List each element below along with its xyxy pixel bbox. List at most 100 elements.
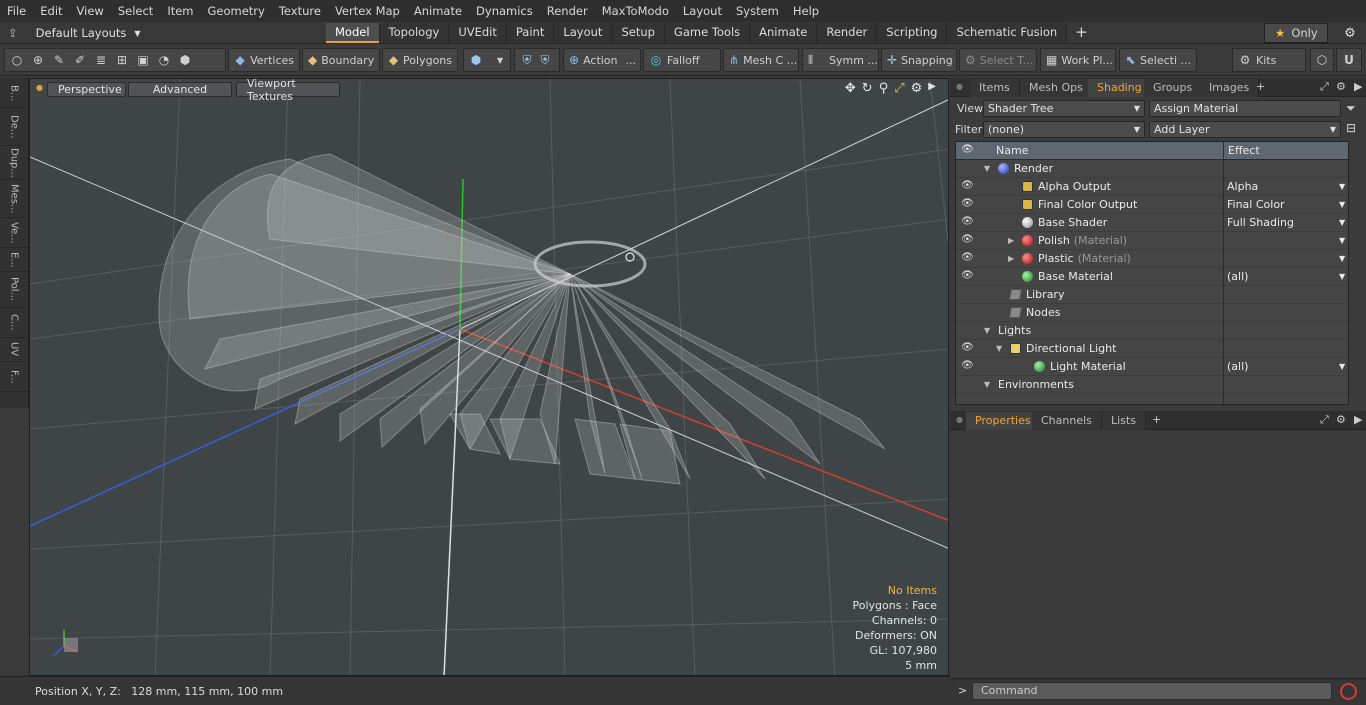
expand-arrow-icon[interactable]: ▶ [1008, 254, 1014, 263]
tree-row[interactable]: 👁 Base Shader Full Shading ▼ [956, 214, 1348, 232]
menu-item-layout[interactable]: Layout [676, 0, 729, 22]
brush-icon[interactable]: ✐ [73, 53, 87, 67]
menu-item-dynamics[interactable]: Dynamics [469, 0, 540, 22]
props-menu-icon[interactable]: ▶ [1354, 413, 1362, 426]
menu-item-animate[interactable]: Animate [407, 0, 469, 22]
left-tab-1[interactable]: De... [0, 108, 28, 146]
dial-icon[interactable]: ◔ [157, 53, 171, 67]
left-tab-3[interactable]: Mes... [0, 180, 28, 218]
selection-sets-button[interactable]: ⬉ Selecti ... [1119, 48, 1197, 72]
menu-item-geometry[interactable]: Geometry [201, 0, 272, 22]
collapse-arrow-icon[interactable]: ▼ [984, 164, 990, 173]
tab-paint[interactable]: Paint [506, 23, 555, 43]
menu-item-render[interactable]: Render [540, 0, 595, 22]
left-tab-8[interactable]: UV [0, 338, 28, 362]
tree-row[interactable]: Library [956, 286, 1348, 304]
tab-render[interactable]: Render [817, 23, 878, 43]
tree-item-effect[interactable]: Alpha [1227, 180, 1258, 193]
menu-item-maxtomodo[interactable]: MaxToModo [595, 0, 676, 22]
visibility-eye-icon[interactable]: 👁 [961, 180, 974, 191]
viewport-menu-arrow-icon[interactable]: ▶ [928, 81, 936, 96]
tab-uvedit[interactable]: UVEdit [449, 23, 507, 43]
add-props-tab-icon[interactable]: + [1152, 413, 1161, 426]
tab-model[interactable]: Model [326, 23, 380, 43]
left-tab-4[interactable]: Ve... [0, 218, 28, 248]
add-tab-icon[interactable]: + [1067, 23, 1096, 43]
add-layer-dropdown[interactable]: Add Layer ▼ [1149, 121, 1341, 138]
work-plane-button[interactable]: ▦ Work Pl... [1040, 48, 1116, 72]
visibility-eye-icon[interactable]: 👁 [961, 252, 974, 263]
only-button[interactable]: ★ Only [1264, 23, 1328, 43]
menu-item-select[interactable]: Select [111, 0, 160, 22]
record-macro-icon[interactable] [1340, 683, 1357, 700]
select-through-button[interactable]: ⚙ Select T... [959, 48, 1037, 72]
effect-dropdown-icon[interactable]: ▼ [1339, 272, 1345, 281]
tab-game-tools[interactable]: Game Tools [664, 23, 751, 43]
polygons-button[interactable]: ◆ Polygons [382, 48, 458, 72]
move-icon[interactable]: ✥ [845, 81, 856, 96]
action-center-button[interactable]: ⊕ Action ... [563, 48, 641, 72]
tree-item-effect[interactable]: Final Color [1227, 198, 1285, 211]
tree-item-effect[interactable]: (all) [1227, 360, 1248, 373]
panel-gear-icon[interactable]: ⚙ [1336, 80, 1346, 93]
3d-viewport[interactable]: ● Perspective Advanced Viewport Textures… [29, 78, 949, 676]
tab-scripting[interactable]: Scripting [877, 23, 948, 43]
list-options-icon[interactable]: ⊟ [1346, 121, 1356, 135]
filter-dropdown[interactable]: (none) ▼ [983, 121, 1145, 138]
panel-tab-shading[interactable]: Shading [1088, 79, 1152, 97]
menu-item-help[interactable]: Help [786, 0, 826, 22]
panel-menu-icon[interactable]: ▶ [1354, 80, 1362, 93]
tree-row[interactable]: 👁 Final Color Output Final Color ▼ [956, 196, 1348, 214]
props-tab-properties[interactable]: Properties [966, 412, 1041, 430]
left-tab-5[interactable]: E... [0, 248, 28, 272]
props-tab-lists[interactable]: Lists [1102, 412, 1146, 430]
unity-button[interactable]: ⬡ [1310, 48, 1334, 72]
effect-dropdown-icon[interactable]: ▼ [1339, 200, 1345, 209]
tree-row[interactable]: ▼ Render [956, 160, 1348, 178]
view-dropdown[interactable]: Shader Tree ▼ [983, 100, 1145, 117]
effect-dropdown-icon[interactable]: ▼ [1339, 362, 1345, 371]
gear-icon[interactable]: ⚙ [1340, 24, 1360, 42]
left-tab-2[interactable]: Dup... [0, 146, 28, 180]
left-tab-6[interactable]: Pol... [0, 272, 28, 308]
advanced-button[interactable]: Advanced [128, 82, 232, 97]
panel-tab-items[interactable]: Items [970, 79, 1020, 97]
menu-item-file[interactable]: File [0, 0, 33, 22]
circle-select-icon[interactable]: ○ [10, 53, 24, 67]
panel-tab-images[interactable]: Images [1200, 79, 1260, 97]
rotate-icon[interactable]: ↻ [862, 81, 873, 96]
visibility-eye-icon[interactable]: 👁 [961, 216, 974, 227]
tree-row[interactable]: 👁 ▼ Directional Light [956, 340, 1348, 358]
pen-icon[interactable]: ✎ [52, 53, 66, 67]
visibility-eye-icon[interactable]: 👁 [961, 198, 974, 209]
tab-layout[interactable]: Layout [554, 23, 613, 43]
grid-icon[interactable]: ⊞ [115, 53, 129, 67]
visibility-eye-icon[interactable]: 👁 [961, 342, 974, 353]
left-tab-0[interactable]: B... [0, 80, 28, 108]
add-panel-tab-icon[interactable]: + [1256, 80, 1265, 93]
cube-icon[interactable]: ⬢ [178, 53, 192, 67]
layers-icon[interactable]: ≣ [94, 53, 108, 67]
layout-selector[interactable]: ⇪ Default Layouts ▼ [8, 22, 141, 44]
viewport-textures-button[interactable]: Viewport Textures [236, 79, 340, 103]
zoom-icon[interactable]: ⚲ [879, 81, 889, 96]
tree-row[interactable]: 👁 Base Material (all) ▼ [956, 268, 1348, 286]
tree-row[interactable]: ▼ Environments [956, 376, 1348, 394]
collapse-arrow-icon[interactable]: ▼ [996, 344, 1002, 353]
tree-row[interactable]: 👁 ▶ Polish (Material) ▼ [956, 232, 1348, 250]
tree-row[interactable]: Nodes [956, 304, 1348, 322]
command-input[interactable]: Command [972, 682, 1332, 700]
tree-item-effect[interactable]: Full Shading [1227, 216, 1294, 229]
props-gear-icon[interactable]: ⚙ [1336, 413, 1346, 426]
column-name[interactable]: Name [996, 144, 1028, 157]
symmetry-button[interactable]: ⫴ Symm ... [802, 48, 879, 72]
tree-scrollbar[interactable] [1348, 142, 1349, 405]
tab-schematic-fusion[interactable]: Schematic Fusion [947, 23, 1068, 43]
effect-dropdown-icon[interactable]: ▼ [1339, 236, 1345, 245]
filter-funnel-icon[interactable]: ⏷ [1346, 101, 1356, 116]
menu-item-item[interactable]: Item [160, 0, 200, 22]
maximize-icon[interactable]: ⤢ [1320, 80, 1329, 94]
square-select-icon[interactable]: ▣ [136, 53, 150, 67]
menu-item-vertex-map[interactable]: Vertex Map [328, 0, 407, 22]
snapping-button[interactable]: ✛ Snapping [881, 48, 957, 72]
